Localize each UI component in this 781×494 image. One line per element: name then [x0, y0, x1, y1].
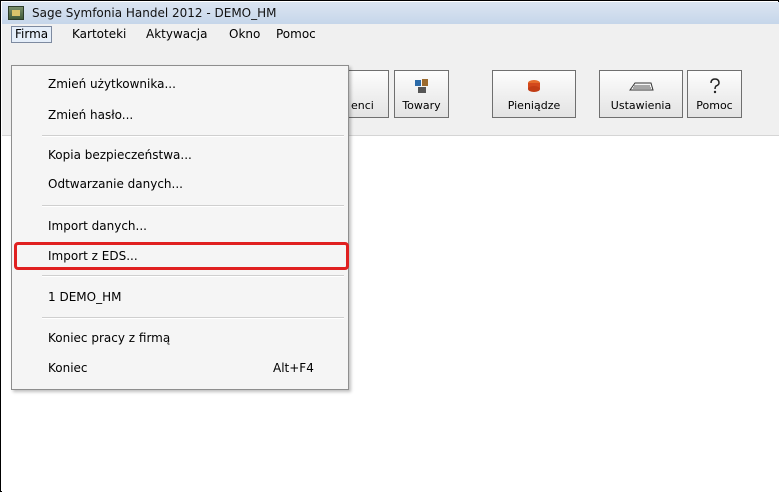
toolbar-button-label: Pomoc [696, 99, 733, 112]
menu-separator [42, 135, 344, 137]
settings-icon [629, 82, 654, 91]
menu-item-label: Import z EDS... [48, 249, 138, 263]
app-logo-icon [8, 6, 24, 20]
menu-item-import-z-eds[interactable]: Import z EDS... [12, 245, 348, 267]
money-icon [528, 80, 540, 92]
menu-item-koniec-pracy-z-firma[interactable]: Koniec pracy z firmą [12, 327, 348, 349]
menu-item-shortcut: Alt+F4 [273, 361, 314, 375]
menu-item-zmien-uzytkownika[interactable]: Zmień użytkownika... [12, 73, 348, 95]
firma-dropdown-menu: Zmień użytkownika... Zmień hasło... Kopi… [11, 65, 349, 390]
menu-item-recent-demo-hm[interactable]: 1 DEMO_HM [12, 286, 348, 308]
menu-item-odtwarzanie-danych[interactable]: Odtwarzanie danych... [12, 173, 348, 195]
menu-aktywacja[interactable]: Aktywacja [143, 26, 210, 43]
menu-item-kopia-bezpieczenstwa[interactable]: Kopia bezpieczeństwa... [12, 144, 348, 166]
toolbar-button-label: Ustawienia [610, 99, 672, 112]
help-icon [709, 78, 720, 94]
menu-item-label: Zmień hasło... [48, 108, 134, 122]
menu-item-label: Import danych... [48, 219, 147, 233]
title-bar: Sage Symfonia Handel 2012 - DEMO_HM [2, 2, 779, 25]
menu-bar: Firma Kartoteki Aktywacja Okno Pomoc [2, 24, 779, 46]
menu-item-label: Zmień użytkownika... [48, 77, 176, 91]
toolbar-button-ustawienia[interactable]: Ustawienia [599, 70, 683, 118]
menu-separator [42, 275, 344, 277]
toolbar-button-label: Towary [402, 99, 441, 112]
toolbar-button-towary[interactable]: Towary [394, 70, 449, 118]
menu-okno[interactable]: Okno [226, 26, 263, 43]
menu-item-label: Odtwarzanie danych... [48, 177, 183, 191]
menu-separator [42, 205, 344, 207]
menu-item-label: Koniec [48, 361, 88, 375]
toolbar-button-pomoc[interactable]: Pomoc [687, 70, 742, 118]
menu-pomoc[interactable]: Pomoc [273, 26, 319, 43]
menu-item-zmien-haslo[interactable]: Zmień hasło... [12, 104, 348, 126]
menu-item-import-danych[interactable]: Import danych... [12, 215, 348, 237]
window-title: Sage Symfonia Handel 2012 - DEMO_HM [32, 6, 277, 20]
menu-item-label: 1 DEMO_HM [48, 290, 122, 304]
toolbar-button-pieniadze[interactable]: Pieniądze [492, 70, 576, 118]
toolbar-button-label: enci [351, 99, 374, 112]
menu-item-label: Kopia bezpieczeństwa... [48, 148, 192, 162]
toolbar-button-label: Pieniądze [507, 99, 561, 112]
menu-separator [42, 317, 344, 319]
menu-item-koniec[interactable]: Koniec Alt+F4 [12, 357, 348, 379]
menu-firma[interactable]: Firma [11, 26, 53, 43]
menu-kartoteki[interactable]: Kartoteki [69, 26, 129, 43]
menu-item-label: Koniec pracy z firmą [48, 331, 171, 345]
goods-icon [414, 79, 428, 93]
